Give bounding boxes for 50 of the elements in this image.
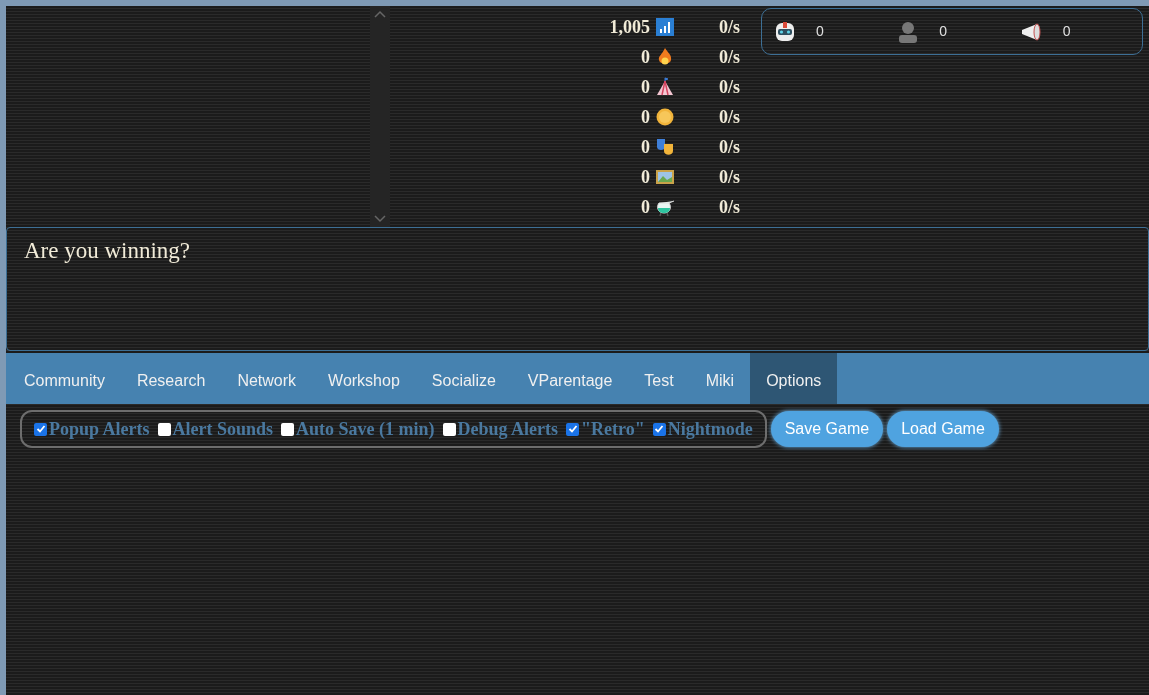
resource-rate: 0/s [718, 75, 740, 99]
resource-rate: 0/s [718, 45, 740, 69]
tab[interactable]: Research [120, 353, 222, 404]
scroll-up-icon[interactable] [374, 10, 386, 18]
resource-amount: 0 [640, 135, 650, 159]
framed-picture-icon [655, 167, 675, 187]
coin-icon [655, 107, 675, 127]
resource-amount: 0 [640, 195, 650, 219]
checkbox[interactable] [34, 422, 47, 436]
counter-value: 0 [816, 22, 824, 41]
resource-amount: 0 [640, 105, 650, 129]
tab[interactable]: Options [750, 353, 838, 404]
flask-icon [655, 197, 675, 217]
tab[interactable]: VParentage [511, 353, 629, 404]
resource-rate: 0/s [718, 15, 740, 39]
option-label: Alert Sounds [172, 417, 274, 441]
tab[interactable]: Workshop [312, 353, 416, 404]
theater-masks-icon [655, 137, 675, 157]
option-label: Auto Save (1 min) [296, 417, 435, 441]
checkbox[interactable] [281, 422, 295, 436]
checkbox[interactable] [442, 422, 456, 436]
tab[interactable]: Miki [689, 353, 751, 404]
checkbox[interactable] [566, 422, 580, 436]
option-label: "Retro" [581, 417, 645, 441]
tab[interactable]: Community [8, 353, 121, 404]
resource-amount: 1,005 [608, 15, 650, 39]
signal-bars-icon [655, 17, 675, 37]
option-label: Debug Alerts [457, 417, 559, 441]
option-label: Popup Alerts [49, 417, 150, 441]
message-log: Are you winning? [6, 227, 1149, 351]
tab[interactable]: Test [628, 353, 690, 404]
counter-value: 0 [939, 22, 948, 41]
game-button[interactable]: Load Game [887, 411, 999, 447]
counter-value: 0 [1062, 22, 1071, 41]
tab[interactable]: Network [221, 353, 313, 404]
circus-tent-icon [655, 77, 675, 97]
resource-rate: 0/s [718, 165, 740, 189]
resource-rate: 0/s [718, 135, 740, 159]
checkbox[interactable] [157, 422, 171, 436]
option-label: Nightmode [667, 417, 753, 441]
scrollbar[interactable] [370, 6, 390, 227]
scroll-down-icon[interactable] [374, 215, 386, 223]
game-button[interactable]: Save Game [770, 411, 884, 447]
tab[interactable]: Socialize [415, 353, 512, 404]
resource-amount: 0 [640, 165, 650, 189]
resource-amount: 0 [640, 45, 650, 69]
checkbox[interactable] [652, 422, 666, 436]
resource-amount: 0 [640, 75, 650, 99]
resource-rate: 0/s [718, 195, 740, 219]
resource-rate: 0/s [718, 105, 740, 129]
